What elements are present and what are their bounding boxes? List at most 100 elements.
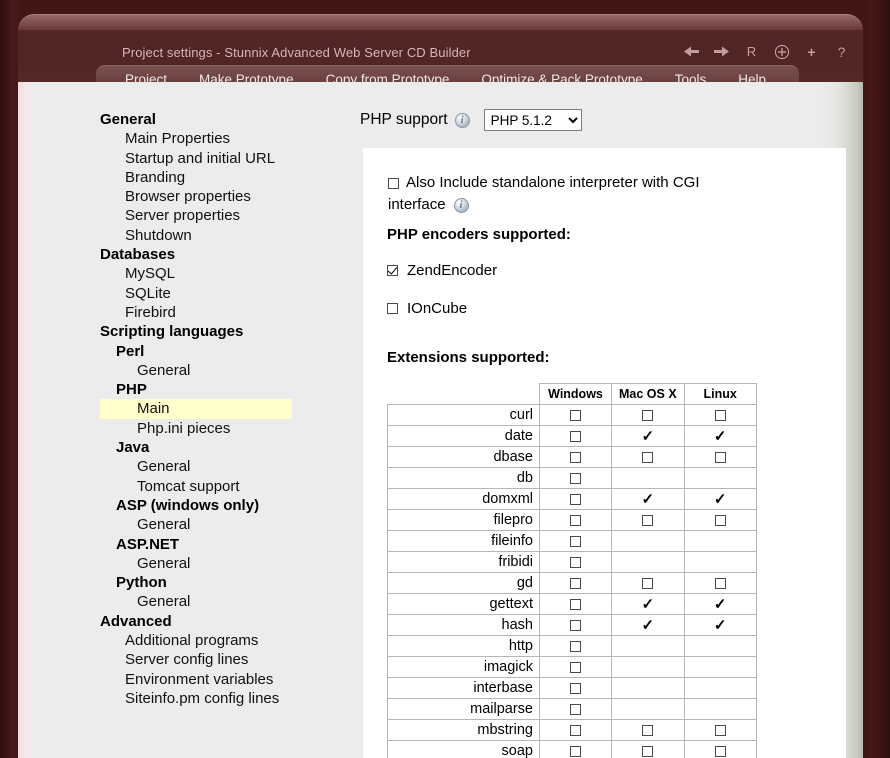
table-row: filepro bbox=[388, 510, 757, 531]
extension-checkbox-http-windows[interactable] bbox=[540, 636, 612, 657]
checkbox[interactable] bbox=[570, 515, 581, 526]
checkbox[interactable] bbox=[715, 515, 726, 526]
extension-checkbox-soap-mac-os-x[interactable] bbox=[612, 741, 685, 758]
extension-checkbox-filepro-windows[interactable] bbox=[540, 510, 612, 531]
extension-checkbox-gd-windows[interactable] bbox=[540, 573, 612, 594]
sidebar-item-php-ini-pieces[interactable]: Php.ini pieces bbox=[100, 419, 350, 438]
extension-checkbox-db-windows[interactable] bbox=[540, 468, 612, 489]
sidebar-item-main-properties[interactable]: Main Properties bbox=[100, 129, 350, 148]
extension-name-dbase: dbase bbox=[388, 447, 540, 468]
checkbox[interactable] bbox=[642, 746, 653, 757]
extension-checkbox-dbase-mac-os-x[interactable] bbox=[612, 447, 685, 468]
sidebar-item-general[interactable]: General bbox=[100, 554, 350, 573]
checkbox[interactable] bbox=[570, 536, 581, 547]
extension-checkbox-curl-mac-os-x[interactable] bbox=[612, 405, 685, 426]
extension-checkbox-mbstring-linux[interactable] bbox=[684, 720, 756, 741]
back-icon[interactable] bbox=[683, 43, 700, 60]
sidebar-item-general[interactable]: General bbox=[100, 592, 350, 611]
info-icon[interactable] bbox=[455, 113, 470, 128]
sidebar-item-firebird[interactable]: Firebird bbox=[100, 303, 350, 322]
checkbox[interactable] bbox=[570, 431, 581, 442]
checkbox[interactable] bbox=[570, 410, 581, 421]
forward-icon[interactable] bbox=[713, 43, 730, 60]
extension-checkbox-filepro-mac-os-x[interactable] bbox=[612, 510, 685, 531]
extension-checkbox-filepro-linux[interactable] bbox=[684, 510, 756, 531]
sidebar-item-main[interactable]: Main bbox=[100, 399, 292, 418]
checkbox[interactable] bbox=[570, 452, 581, 463]
checkbox[interactable] bbox=[642, 515, 653, 526]
extension-checkbox-fribidi-windows[interactable] bbox=[540, 552, 612, 573]
sidebar-item-server-config-lines[interactable]: Server config lines bbox=[100, 650, 350, 669]
checkbox[interactable] bbox=[570, 473, 581, 484]
reload-icon[interactable]: R bbox=[743, 43, 760, 60]
checkbox[interactable] bbox=[642, 410, 653, 421]
sidebar-item-additional-programs[interactable]: Additional programs bbox=[100, 631, 350, 650]
checkbox[interactable] bbox=[570, 578, 581, 589]
extension-checkbox-mailparse-windows[interactable] bbox=[540, 699, 612, 720]
extension-checkbox-soap-windows[interactable] bbox=[540, 741, 612, 758]
checkbox[interactable] bbox=[570, 683, 581, 694]
extension-checkbox-domxml-windows[interactable] bbox=[540, 489, 612, 510]
table-row: fribidi bbox=[388, 552, 757, 573]
checkbox[interactable] bbox=[570, 599, 581, 610]
checkbox[interactable] bbox=[570, 746, 581, 757]
sidebar-item-branding[interactable]: Branding bbox=[100, 168, 350, 187]
cgi-interpreter-checkbox[interactable] bbox=[388, 178, 399, 189]
sidebar-item-siteinfo-pm-config-lines[interactable]: Siteinfo.pm config lines bbox=[100, 689, 350, 708]
checkbox[interactable] bbox=[715, 746, 726, 757]
extension-checkbox-soap-linux[interactable] bbox=[684, 741, 756, 758]
checkbox[interactable] bbox=[570, 557, 581, 568]
sidebar-item-mysql[interactable]: MySQL bbox=[100, 264, 350, 283]
checkbox[interactable] bbox=[715, 578, 726, 589]
extension-checkbox-gd-linux[interactable] bbox=[684, 573, 756, 594]
extension-checkbox-date-windows[interactable] bbox=[540, 426, 612, 447]
sidebar-item-startup-and-initial-url[interactable]: Startup and initial URL bbox=[100, 149, 350, 168]
info-icon[interactable] bbox=[454, 198, 469, 213]
zendencoder-checkbox[interactable] bbox=[387, 265, 398, 276]
extension-checkbox-dbase-linux[interactable] bbox=[684, 447, 756, 468]
sidebar-item-general[interactable]: General bbox=[100, 361, 350, 380]
help-icon[interactable]: ? bbox=[833, 43, 850, 60]
checkbox[interactable] bbox=[570, 494, 581, 505]
extension-checkbox-dbase-windows[interactable] bbox=[540, 447, 612, 468]
extension-checkbox-mbstring-mac-os-x[interactable] bbox=[612, 720, 685, 741]
sidebar-item-sqlite[interactable]: SQLite bbox=[100, 284, 350, 303]
checkbox[interactable] bbox=[570, 704, 581, 715]
extension-name-interbase: interbase bbox=[388, 678, 540, 699]
extension-checkbox-curl-linux[interactable] bbox=[684, 405, 756, 426]
extension-cell-empty-http-linux bbox=[684, 636, 756, 657]
sidebar-item-environment-variables[interactable]: Environment variables bbox=[100, 670, 350, 689]
sidebar-item-tomcat-support[interactable]: Tomcat support bbox=[100, 477, 350, 496]
checkbox[interactable] bbox=[570, 725, 581, 736]
checkbox[interactable] bbox=[570, 620, 581, 631]
checkbox[interactable] bbox=[715, 410, 726, 421]
ioncube-checkbox[interactable] bbox=[387, 303, 398, 314]
extension-checkbox-gd-mac-os-x[interactable] bbox=[612, 573, 685, 594]
checkbox[interactable] bbox=[570, 662, 581, 673]
checkbox[interactable] bbox=[715, 452, 726, 463]
php-version-select[interactable]: PHP 5.1.2 bbox=[484, 109, 582, 131]
extension-checkbox-curl-windows[interactable] bbox=[540, 405, 612, 426]
extension-checkbox-mbstring-windows[interactable] bbox=[540, 720, 612, 741]
extension-checkbox-fileinfo-windows[interactable] bbox=[540, 531, 612, 552]
checkbox[interactable] bbox=[642, 452, 653, 463]
extension-checkbox-imagick-windows[interactable] bbox=[540, 657, 612, 678]
extension-checkbox-hash-windows[interactable] bbox=[540, 615, 612, 636]
checkbox[interactable] bbox=[715, 725, 726, 736]
checkbox[interactable] bbox=[642, 578, 653, 589]
sidebar-item-shutdown[interactable]: Shutdown bbox=[100, 226, 350, 245]
zoom-in-circle-icon[interactable] bbox=[773, 43, 790, 60]
sidebar-item-server-properties[interactable]: Server properties bbox=[100, 206, 350, 225]
table-row: date✓✓ bbox=[388, 426, 757, 447]
sidebar-item-general[interactable]: General bbox=[100, 515, 350, 534]
table-row: fileinfo bbox=[388, 531, 757, 552]
plus-icon[interactable]: + bbox=[803, 43, 820, 60]
sidebar-item-browser-properties[interactable]: Browser properties bbox=[100, 187, 350, 206]
body-left-highlight bbox=[18, 82, 36, 758]
sidebar-item-general[interactable]: General bbox=[100, 457, 350, 476]
checkbox[interactable] bbox=[642, 725, 653, 736]
sidebar-group-advanced: Advanced bbox=[100, 612, 350, 631]
checkbox[interactable] bbox=[570, 641, 581, 652]
extension-checkbox-interbase-windows[interactable] bbox=[540, 678, 612, 699]
extension-checkbox-gettext-windows[interactable] bbox=[540, 594, 612, 615]
